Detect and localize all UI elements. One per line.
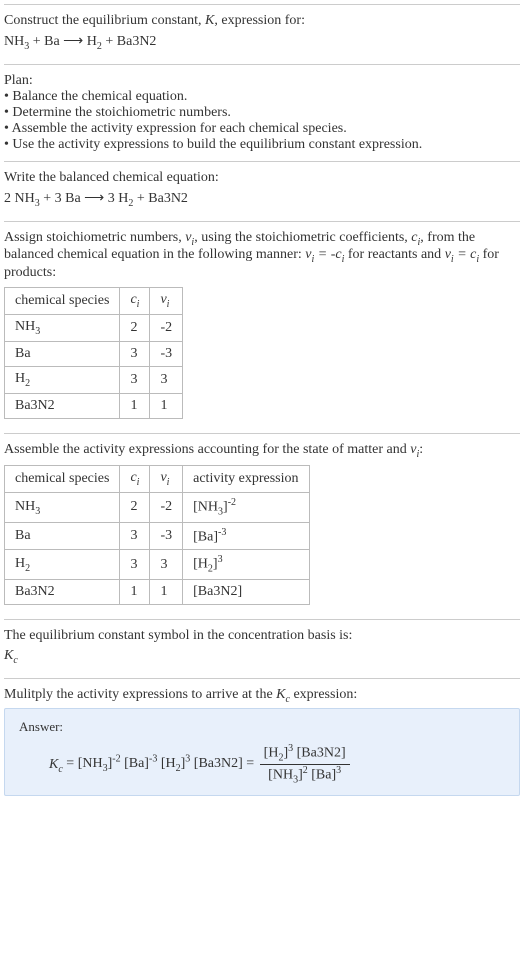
- intro-section: Construct the equilibrium constant, K, e…: [4, 4, 520, 64]
- table-row: NH3 2 -2 [NH3]-2: [5, 493, 310, 522]
- header-species: chemical species: [5, 466, 120, 493]
- cell-species: Ba3N2: [5, 579, 120, 604]
- cell-species: H2: [5, 550, 120, 579]
- cell-activity: [H2]3: [183, 550, 309, 579]
- cell-vi: 1: [150, 393, 183, 418]
- plan-section: Plan: • Balance the chemical equation. •…: [4, 64, 520, 161]
- table-row: NH3 2 -2: [5, 314, 183, 341]
- cell-ci: 3: [120, 522, 150, 550]
- cell-species: H2: [5, 366, 120, 393]
- activity-table: chemical species ci νi activity expressi…: [4, 465, 310, 604]
- intro-text-a: Construct the equilibrium constant,: [4, 13, 205, 28]
- cell-species: Ba: [5, 341, 120, 366]
- symbol-text: The equilibrium constant symbol in the c…: [4, 628, 520, 644]
- activity-section: Assemble the activity expressions accoun…: [4, 433, 520, 619]
- cell-species: NH3: [5, 493, 120, 522]
- cell-species: NH3: [5, 314, 120, 341]
- plan-bullet-3: • Assemble the activity expression for e…: [4, 121, 520, 137]
- cell-ci: 2: [120, 314, 150, 341]
- cell-vi: 3: [150, 366, 183, 393]
- balanced-equation: 2 NH3 + 3 Ba ⟶ 3 H2 + Ba3N2: [4, 190, 520, 209]
- table-header-row: chemical species ci νi activity expressi…: [5, 466, 310, 493]
- intro-text-b: , expression for:: [214, 13, 305, 28]
- activity-text: Assemble the activity expressions accoun…: [4, 442, 520, 460]
- stoich-section: Assign stoichiometric numbers, νi, using…: [4, 221, 520, 433]
- cell-species: Ba: [5, 522, 120, 550]
- symbol-section: The equilibrium constant symbol in the c…: [4, 619, 520, 678]
- cell-vi: 3: [150, 550, 183, 579]
- table-header-row: chemical species ci νi: [5, 288, 183, 315]
- cell-species: Ba3N2: [5, 393, 120, 418]
- cell-activity: [NH3]-2: [183, 493, 309, 522]
- cell-vi: -3: [150, 522, 183, 550]
- header-ci: ci: [120, 288, 150, 315]
- table-row: Ba3N2 1 1: [5, 393, 183, 418]
- cell-ci: 1: [120, 393, 150, 418]
- stoich-text: Assign stoichiometric numbers, νi, using…: [4, 230, 520, 282]
- table-row: Ba 3 -3 [Ba]-3: [5, 522, 310, 550]
- cell-activity: [Ba3N2]: [183, 579, 309, 604]
- cell-ci: 1: [120, 579, 150, 604]
- cell-ci: 3: [120, 366, 150, 393]
- table-row: Ba 3 -3: [5, 341, 183, 366]
- intro-line1: Construct the equilibrium constant, K, e…: [4, 13, 520, 29]
- header-activity: activity expression: [183, 466, 309, 493]
- k-symbol: K: [205, 13, 214, 28]
- table-row: H2 3 3 [H2]3: [5, 550, 310, 579]
- header-vi: νi: [150, 288, 183, 315]
- header-species: chemical species: [5, 288, 120, 315]
- final-section: Mulitply the activity expressions to arr…: [4, 678, 520, 805]
- cell-vi: -2: [150, 493, 183, 522]
- stoich-table: chemical species ci νi NH3 2 -2 Ba 3 -3 …: [4, 287, 183, 418]
- answer-equation: Kc = [NH3]-2 [Ba]-3 [H2]3 [Ba3N2] = [H2]…: [19, 743, 505, 785]
- balanced-heading: Write the balanced chemical equation:: [4, 170, 520, 186]
- plan-heading: Plan:: [4, 73, 520, 89]
- cell-vi: 1: [150, 579, 183, 604]
- cell-ci: 3: [120, 341, 150, 366]
- header-vi: νi: [150, 466, 183, 493]
- table-row: H2 3 3: [5, 366, 183, 393]
- cell-ci: 2: [120, 493, 150, 522]
- answer-box: Answer: Kc = [NH3]-2 [Ba]-3 [H2]3 [Ba3N2…: [4, 708, 520, 796]
- plan-bullet-1: • Balance the chemical equation.: [4, 89, 520, 105]
- kc-symbol: Kc: [4, 648, 520, 666]
- answer-label: Answer:: [19, 719, 505, 735]
- balanced-section: Write the balanced chemical equation: 2 …: [4, 161, 520, 221]
- table-row: Ba3N2 1 1 [Ba3N2]: [5, 579, 310, 604]
- plan-bullet-2: • Determine the stoichiometric numbers.: [4, 105, 520, 121]
- plan-bullet-4: • Use the activity expressions to build …: [4, 137, 520, 153]
- cell-activity: [Ba]-3: [183, 522, 309, 550]
- cell-ci: 3: [120, 550, 150, 579]
- final-text: Mulitply the activity expressions to arr…: [4, 687, 520, 705]
- header-ci: ci: [120, 466, 150, 493]
- cell-vi: -3: [150, 341, 183, 366]
- cell-vi: -2: [150, 314, 183, 341]
- unbalanced-equation: NH3 + Ba ⟶ H2 + Ba3N2: [4, 33, 520, 52]
